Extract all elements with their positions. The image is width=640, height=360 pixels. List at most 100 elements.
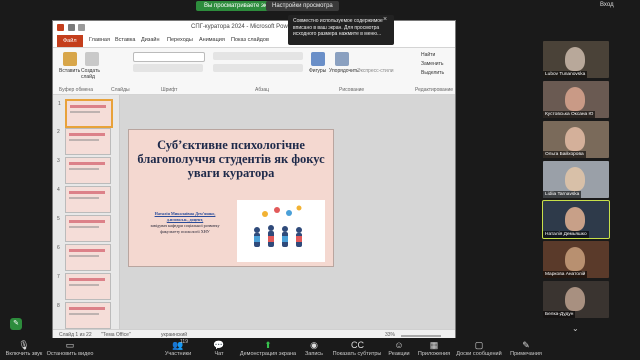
whiteboards-label: Доски сообщений: [456, 351, 502, 357]
ribbon-tabs: Файл Главная Вставка Дизайн Переходы Ани…: [53, 35, 455, 48]
tab-home[interactable]: Главная: [89, 37, 110, 43]
microphone-icon: 🎙: [18, 340, 30, 350]
align-buttons[interactable]: [213, 64, 303, 72]
express-styles-button[interactable]: Экспресс-стили: [357, 68, 394, 74]
slide-thumbnail[interactable]: 4: [57, 186, 111, 213]
undo-icon[interactable]: [78, 24, 86, 31]
meeting-toolbar: 🎙 Включить звук ▭ Остановить видео 👥 Участн…: [0, 338, 640, 360]
close-icon[interactable]: ×: [383, 16, 387, 23]
chat-icon: 💬: [213, 340, 225, 350]
tab-design[interactable]: Дизайн: [141, 37, 160, 43]
top-right-label[interactable]: Вход: [600, 2, 614, 8]
participant-video: [565, 287, 585, 311]
participant-video: [565, 247, 585, 271]
participant-tile[interactable]: Белка-Дудун: [543, 281, 609, 318]
share-screen-button[interactable]: ⬆ Демонстрация экрана: [238, 338, 298, 360]
tab-file[interactable]: Файл: [57, 35, 83, 47]
record-label: Запись: [304, 351, 324, 357]
slide-thumbnail[interactable]: 7: [57, 273, 111, 300]
slide-number: 3: [57, 158, 60, 164]
slide-thumbnail[interactable]: 5: [57, 215, 111, 242]
find-button[interactable]: Найти: [421, 52, 435, 58]
ppt-title-bar: СПГ-куратора 2024 - Microsoft PowerPoint: [53, 21, 455, 35]
save-icon[interactable]: [67, 24, 75, 31]
slide-thumbnail[interactable]: 3: [57, 157, 111, 184]
slide-number: 7: [57, 274, 60, 280]
reactions-label: Реакции: [388, 351, 410, 357]
slide-title: Суб’єктивне психологічне благополуччя ст…: [137, 138, 325, 180]
captions-label: Показать субтитры: [332, 351, 382, 357]
editing-group-label: Редактирование: [415, 87, 454, 93]
share-label: Демонстрация экрана: [239, 351, 297, 357]
participant-tile[interactable]: Lubov Tunanovska: [543, 41, 609, 78]
slide-thumbnail[interactable]: 6: [57, 244, 111, 271]
paste-icon[interactable]: [63, 52, 77, 66]
participant-video: [565, 207, 585, 231]
notes-icon: ✎: [522, 340, 530, 350]
slide-thumbnail[interactable]: 8: [57, 302, 111, 329]
record-button[interactable]: ◉ Запись: [300, 338, 328, 360]
notes-button[interactable]: ✎ Примечания: [506, 338, 546, 360]
participant-name: Lubov Tunanovska: [543, 71, 588, 78]
font-group-label: Шрифт: [161, 87, 178, 93]
video-button[interactable]: ▭ Остановить видео: [46, 338, 94, 360]
audio-button[interactable]: 🎙 Включить звук: [4, 338, 44, 360]
select-button[interactable]: Выделить: [421, 70, 444, 76]
participant-tile[interactable]: Маркова Анатолій: [543, 241, 609, 278]
share-screen-icon: ⬆: [264, 340, 272, 350]
participant-name: Наталія Демьяшко: [543, 231, 589, 238]
participants-label: Участники: [164, 351, 192, 357]
arrange-button[interactable]: Упорядочить: [329, 68, 359, 74]
paste-button[interactable]: Вставить: [59, 68, 80, 74]
captions-button[interactable]: CC Показать субтитры: [332, 338, 382, 360]
whiteboard-icon: ▢: [474, 340, 484, 350]
video-label: Остановить видео: [46, 351, 94, 357]
tab-slideshow[interactable]: Показ слайдов: [231, 37, 269, 43]
figures-icon[interactable]: [311, 52, 325, 66]
apps-button[interactable]: ▦ Приложения: [416, 338, 452, 360]
replace-button[interactable]: Заменить: [421, 61, 443, 67]
participants-button[interactable]: 👥 Участники: [160, 338, 196, 360]
slide-thumbnail[interactable]: 1: [58, 99, 113, 128]
chat-label: Чат: [214, 351, 224, 357]
annotate-icon[interactable]: ✎: [10, 318, 22, 330]
font-selector[interactable]: [133, 52, 205, 62]
participant-tile[interactable]: Наталія Демьяшко: [542, 200, 610, 239]
participant-tile[interactable]: Ольга Байхорова: [543, 121, 609, 158]
camera-icon: ▭: [65, 340, 75, 350]
chat-button[interactable]: 💬 Чат: [206, 338, 232, 360]
participants-count: 119: [180, 339, 188, 345]
paragraph-group-label: Абзац: [255, 87, 270, 93]
slide-author-block: Наталія Миколаївна Демʼяшко, д.психол.н.…: [137, 211, 233, 235]
tab-insert[interactable]: Вставка: [115, 37, 135, 43]
tab-transitions[interactable]: Переходы: [167, 37, 193, 43]
record-icon: ◉: [310, 340, 318, 350]
people-illustration: [237, 200, 325, 262]
slide-number: 2: [57, 129, 60, 135]
figures-button[interactable]: Фигуры: [309, 68, 326, 74]
new-slide-button[interactable]: Создать слайд: [81, 68, 107, 80]
participant-tile[interactable]: Кустовська Оксана Ю: [543, 81, 609, 118]
author-faculty: факультету психології ХНУ: [160, 229, 210, 234]
participant-name: Ольга Байхорова: [543, 151, 586, 158]
zoom-slider[interactable]: [401, 335, 441, 337]
paragraph-buttons[interactable]: [213, 52, 303, 60]
slide-thumbnail[interactable]: 2: [57, 128, 111, 155]
participant-video: [565, 127, 585, 151]
chevron-down-icon[interactable]: ⌄: [572, 324, 579, 333]
slide-thumbnails-pane: 1 2 3 4 5 6 7 8: [53, 95, 120, 329]
clipboard-group-label: Буфер обмена: [59, 87, 93, 93]
participant-tile[interactable]: Lidiia Tarnavska: [543, 161, 609, 198]
new-slide-icon[interactable]: [85, 52, 99, 66]
slide-number: 5: [57, 216, 60, 222]
tab-animations[interactable]: Анимация: [199, 37, 225, 43]
view-options-button[interactable]: Настройки просмотра: [266, 1, 339, 11]
font-format-buttons[interactable]: [133, 64, 203, 72]
whiteboards-button[interactable]: ▢ Доски сообщений: [454, 338, 504, 360]
slide-number: 1: [58, 101, 61, 107]
arrange-icon[interactable]: [335, 52, 349, 66]
reactions-button[interactable]: ☺ Реакции: [384, 338, 414, 360]
quick-access-toolbar: [57, 24, 117, 32]
current-slide[interactable]: Суб’єктивне психологічне благополуччя ст…: [128, 129, 334, 267]
reaction-icon: ☺: [394, 340, 404, 350]
